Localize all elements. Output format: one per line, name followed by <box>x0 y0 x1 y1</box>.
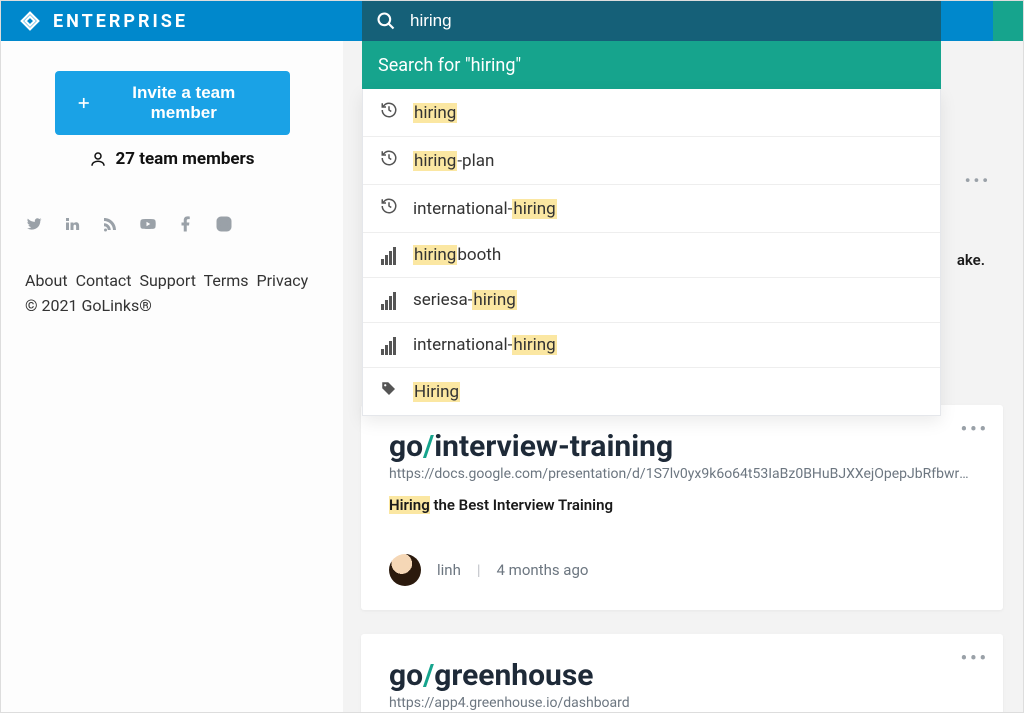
golink-prefix: go <box>389 429 423 464</box>
separator: | <box>477 561 481 579</box>
search-icon <box>376 11 396 31</box>
brand-text: ENTERPRISE <box>53 11 188 32</box>
history-icon <box>379 101 399 124</box>
golink-slash: / <box>423 658 434 693</box>
hidden-card-snippet: ake. <box>957 251 985 269</box>
footer-link[interactable]: Support <box>139 271 195 290</box>
sidebar: Invite a team member 27 team members Abo… <box>1 41 343 712</box>
footer-link[interactable]: Terms <box>204 271 249 290</box>
brand-logo: ENTERPRISE <box>15 6 188 36</box>
golink-description: Hiring the Best Interview Training <box>389 496 975 514</box>
suggestion-text: hiring-plan <box>413 151 494 171</box>
topbar-accent <box>993 1 1023 41</box>
golink-meta: linh | 4 months ago <box>389 554 975 586</box>
card-menu-icon[interactable]: ••• <box>961 648 989 669</box>
twitter-icon[interactable] <box>25 215 43 233</box>
author-name: linh <box>437 561 461 579</box>
suggestion-text: hiringbooth <box>413 245 501 265</box>
golink-name: greenhouse <box>434 658 593 693</box>
search-suggestion[interactable]: hiringbooth <box>363 233 940 278</box>
copyright: © 2021 GoLinks® <box>25 296 319 315</box>
card-menu-icon[interactable]: ••• <box>961 419 989 440</box>
suggestion-text: seriesa-hiring <box>413 290 517 310</box>
search-suggestion[interactable]: hiring-plan <box>363 137 940 185</box>
footer-link[interactable]: About <box>25 271 68 290</box>
golink-slash: / <box>423 429 434 464</box>
trend-icon <box>379 245 399 265</box>
search-for-banner[interactable]: Search for "hiring" <box>362 41 941 89</box>
avatar <box>389 554 421 586</box>
trend-icon <box>379 290 399 310</box>
card-menu-icon[interactable]: ••• <box>965 171 991 190</box>
team-count-label: 27 team members <box>115 149 254 169</box>
person-icon <box>89 150 107 168</box>
history-icon <box>379 197 399 220</box>
search-suggestion[interactable]: international-hiring <box>363 185 940 233</box>
search-suggestions: hiring hiring-plan international-hiring hir… <box>362 89 941 416</box>
logo-icon <box>15 6 45 36</box>
invite-button-label: Invite a team member <box>100 83 268 123</box>
search-suggestion[interactable]: international-hiring <box>363 323 940 368</box>
suggestion-text: international-hiring <box>413 335 557 355</box>
golink-url: https://app4.greenhouse.io/dashboard <box>389 695 975 711</box>
facebook-icon[interactable] <box>177 215 195 233</box>
golink-prefix: go <box>389 658 423 693</box>
result-card[interactable]: ••• go/interview-training https://docs.g… <box>361 405 1003 610</box>
search-input[interactable] <box>410 11 927 31</box>
golink-title[interactable]: go/interview-training <box>389 429 975 464</box>
time-ago: 4 months ago <box>497 561 589 579</box>
rss-icon[interactable] <box>101 215 119 233</box>
search-dropdown: Search for "hiring" hiring hiring-plan int… <box>362 1 941 416</box>
social-links <box>25 215 319 233</box>
invite-button[interactable]: Invite a team member <box>55 71 290 135</box>
suggestion-text: hiring <box>413 103 457 123</box>
footer-link[interactable]: Privacy <box>257 271 309 290</box>
highlight: Hiring <box>389 496 430 514</box>
suggestion-text: Hiring <box>413 382 460 402</box>
search-suggestion[interactable]: seriesa-hiring <box>363 278 940 323</box>
golink-name: interview-training <box>434 429 673 464</box>
suggestion-text: international-hiring <box>413 199 557 219</box>
golink-title[interactable]: go/greenhouse <box>389 658 975 693</box>
linkedin-icon[interactable] <box>63 215 81 233</box>
plus-icon <box>77 96 90 110</box>
footer-links: About Contact Support Terms Privacy <box>25 269 319 292</box>
golink-url: https://docs.google.com/presentation/d/1… <box>389 466 975 482</box>
instagram-icon[interactable] <box>215 215 233 233</box>
footer-link[interactable]: Contact <box>76 271 132 290</box>
trend-icon <box>379 335 399 355</box>
result-card[interactable]: ••• go/greenhouse https://app4.greenhous… <box>361 634 1003 712</box>
search-suggestion[interactable]: Hiring <box>363 368 940 415</box>
search-suggestion[interactable]: hiring <box>363 89 940 137</box>
history-icon <box>379 149 399 172</box>
search-box[interactable] <box>362 1 941 41</box>
team-count: 27 team members <box>25 149 319 169</box>
youtube-icon[interactable] <box>139 215 157 233</box>
tag-icon <box>379 380 399 403</box>
